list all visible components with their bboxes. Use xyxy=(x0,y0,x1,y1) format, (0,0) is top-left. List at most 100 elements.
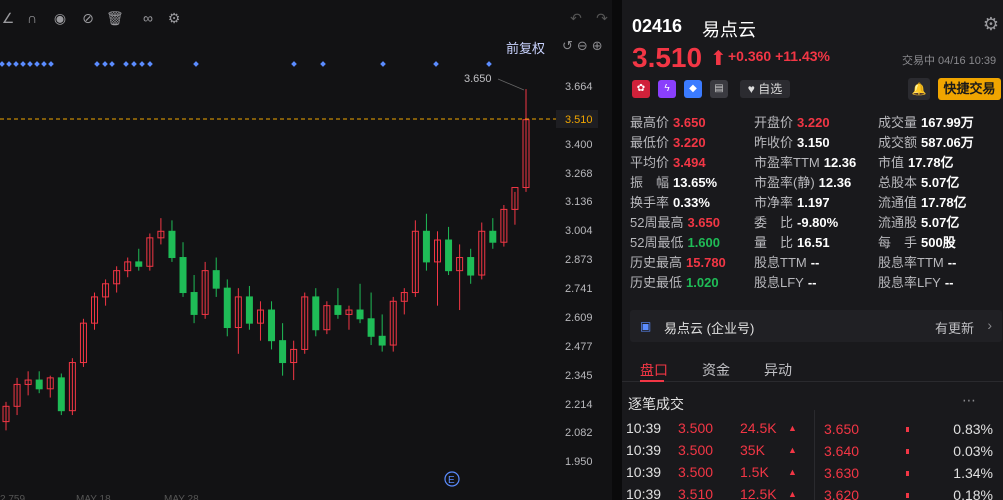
enterprise-account-bar[interactable]: ▣ 易点云 (企业号) 有更新 › xyxy=(630,310,1002,342)
event-dot[interactable] xyxy=(20,61,26,67)
candle-body[interactable] xyxy=(223,287,231,329)
candlestick-chart[interactable]: 3.664 3.510 3.400 3.268 3.136 3.004 2.873 2.741… xyxy=(0,0,612,500)
candle-body[interactable] xyxy=(279,340,287,364)
event-dot[interactable] xyxy=(41,61,47,67)
price-change: +0.360 +11.43% xyxy=(728,48,830,64)
event-dot[interactable] xyxy=(102,61,108,67)
stat-value: 1.600 xyxy=(687,235,721,250)
stat-label: 昨收价 xyxy=(754,135,794,150)
candle-body[interactable] xyxy=(212,270,220,289)
event-dot[interactable] xyxy=(193,61,199,67)
event-dot[interactable] xyxy=(123,61,129,67)
candle-body[interactable] xyxy=(422,230,430,263)
stat-label: 振 幅 xyxy=(630,175,670,190)
stat-item: 股息LFY -- xyxy=(754,272,817,291)
tab-movement[interactable]: 异动 xyxy=(764,360,792,380)
tick-price: 3.500 xyxy=(678,464,714,480)
candle-body[interactable] xyxy=(334,305,342,315)
candle-body[interactable] xyxy=(57,377,65,412)
candle-body[interactable] xyxy=(135,261,143,267)
stat-value: 3.220 xyxy=(673,135,706,150)
tab-orderbook[interactable]: 盘口 xyxy=(640,360,668,380)
y-tick-label: 3.400 xyxy=(565,139,593,151)
tab-bar: 盘口 资金 异动 xyxy=(622,352,1003,382)
document-icon[interactable]: ▤ xyxy=(710,80,728,98)
stat-value: 12.36 xyxy=(823,155,857,170)
stat-value: 5.07亿 xyxy=(921,175,960,190)
candle-body[interactable] xyxy=(378,335,386,346)
event-dot[interactable] xyxy=(34,61,40,67)
quick-trade-button[interactable]: 快捷交易 xyxy=(938,78,1001,100)
candle-body[interactable] xyxy=(168,230,176,259)
candle-body[interactable] xyxy=(467,257,475,276)
event-dots xyxy=(0,61,492,67)
candle-body[interactable] xyxy=(312,296,320,331)
stat-value: 1.197 xyxy=(797,195,830,210)
y-tick-label: 2.741 xyxy=(565,283,593,295)
candle-body[interactable] xyxy=(245,296,253,324)
stat-item: 最低价 3.220 xyxy=(630,132,706,151)
stock-code: 02416 xyxy=(632,16,683,36)
stat-item: 总股本 5.07亿 xyxy=(878,172,959,191)
panel-divider[interactable] xyxy=(612,0,622,500)
event-dot[interactable] xyxy=(486,61,492,67)
stat-item: 市净率 1.197 xyxy=(754,192,830,211)
orderbook-row: 3.620 0.18% xyxy=(820,484,1003,500)
candle-body[interactable] xyxy=(35,379,43,390)
stat-item: 振 幅 13.65% xyxy=(630,172,717,191)
x-tick-label: 2.759 xyxy=(0,494,25,500)
event-dot[interactable] xyxy=(291,61,297,67)
stat-value: -- xyxy=(810,255,820,270)
event-dot[interactable] xyxy=(6,61,12,67)
candle-body[interactable] xyxy=(445,239,453,272)
event-dot[interactable] xyxy=(27,61,33,67)
candle-body[interactable] xyxy=(367,318,375,337)
stat-item: 股息率TTM -- xyxy=(878,252,956,271)
candle-body[interactable] xyxy=(489,230,497,243)
stat-label: 市净率 xyxy=(754,195,794,210)
stat-value: 500股 xyxy=(921,235,956,250)
y-tick-label: 2.082 xyxy=(565,427,593,439)
stat-item: 52周最高 3.650 xyxy=(630,212,720,231)
event-dot[interactable] xyxy=(94,61,100,67)
candle-body[interactable] xyxy=(356,309,364,320)
stat-item: 量 比 16.51 xyxy=(754,232,830,251)
tab-capital[interactable]: 资金 xyxy=(702,360,730,380)
stat-item: 市盈率(静) 12.36 xyxy=(754,172,851,191)
heart-icon: ♥ xyxy=(747,82,755,96)
event-dot[interactable] xyxy=(380,61,386,67)
event-dot[interactable] xyxy=(109,61,115,67)
stat-label: 股息率TTM xyxy=(878,255,944,270)
event-dot[interactable] xyxy=(131,61,137,67)
stat-value: 3.150 xyxy=(797,135,830,150)
ask-price: 3.640 xyxy=(824,443,860,459)
up-triangle-icon: ▲ xyxy=(788,445,797,455)
ask-price: 3.620 xyxy=(824,487,860,500)
event-dot[interactable] xyxy=(433,61,439,67)
volume-percent: 0.03% xyxy=(953,443,993,459)
candle-body[interactable] xyxy=(179,257,187,294)
section-divider xyxy=(814,410,815,500)
candles xyxy=(2,89,530,431)
chart-panel: ∠ ∩ ◉ ⊘ 🗑 ∞ ⚙ ↶ ↷ 前复权 ↺⊖⊕ 3.664 3.510 3.40… xyxy=(0,0,612,500)
stat-value: -- xyxy=(807,275,817,290)
alert-bell-icon[interactable]: 🔔 xyxy=(908,78,930,100)
more-icon[interactable]: ⋯ xyxy=(962,392,976,409)
stock-name: 易点云 xyxy=(702,20,756,40)
event-dot[interactable] xyxy=(139,61,145,67)
event-dot[interactable] xyxy=(320,61,326,67)
event-dot[interactable] xyxy=(13,61,19,67)
event-dot[interactable] xyxy=(48,61,54,67)
candle-body[interactable] xyxy=(190,292,198,315)
candle-body[interactable] xyxy=(268,309,276,342)
event-dot[interactable] xyxy=(0,61,5,67)
volume-percent: 0.18% xyxy=(953,487,993,500)
watchlist-button[interactable]: ♥ 自选 xyxy=(740,80,790,98)
stat-value: 5.07亿 xyxy=(921,215,960,230)
tick-row: 10:39 3.500 24.5K ▲ xyxy=(622,418,814,440)
panel-settings-icon[interactable]: ⚙ xyxy=(983,14,999,35)
tick-time: 10:39 xyxy=(626,464,662,480)
event-dot[interactable] xyxy=(147,61,153,67)
stat-value: -9.80% xyxy=(797,215,839,230)
y-tick-label: 3.136 xyxy=(565,196,593,208)
